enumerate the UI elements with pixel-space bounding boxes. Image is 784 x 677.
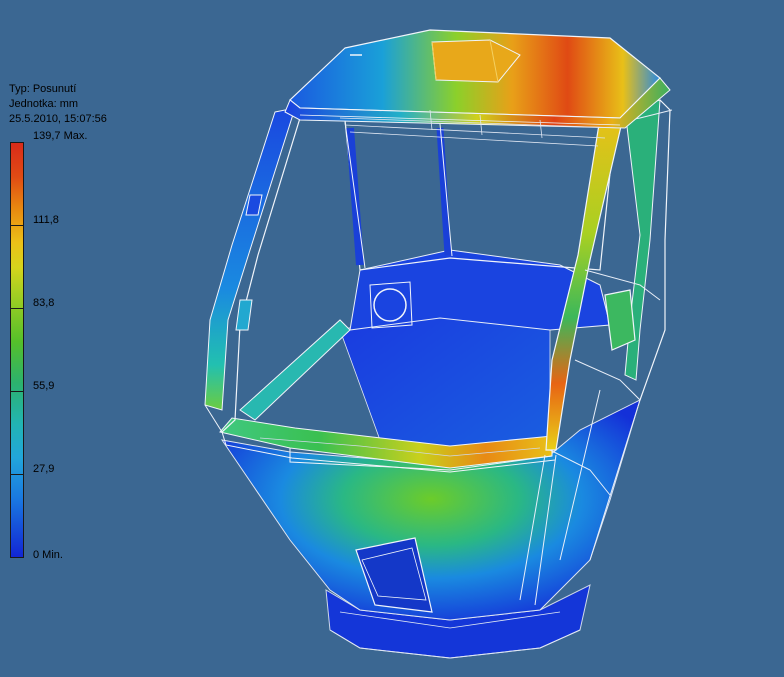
cabin-displacement-model[interactable] bbox=[0, 0, 784, 677]
graphics-viewport[interactable]: Typ: Posunutí Jednotka: mm 25.5.2010, 15… bbox=[0, 0, 784, 677]
